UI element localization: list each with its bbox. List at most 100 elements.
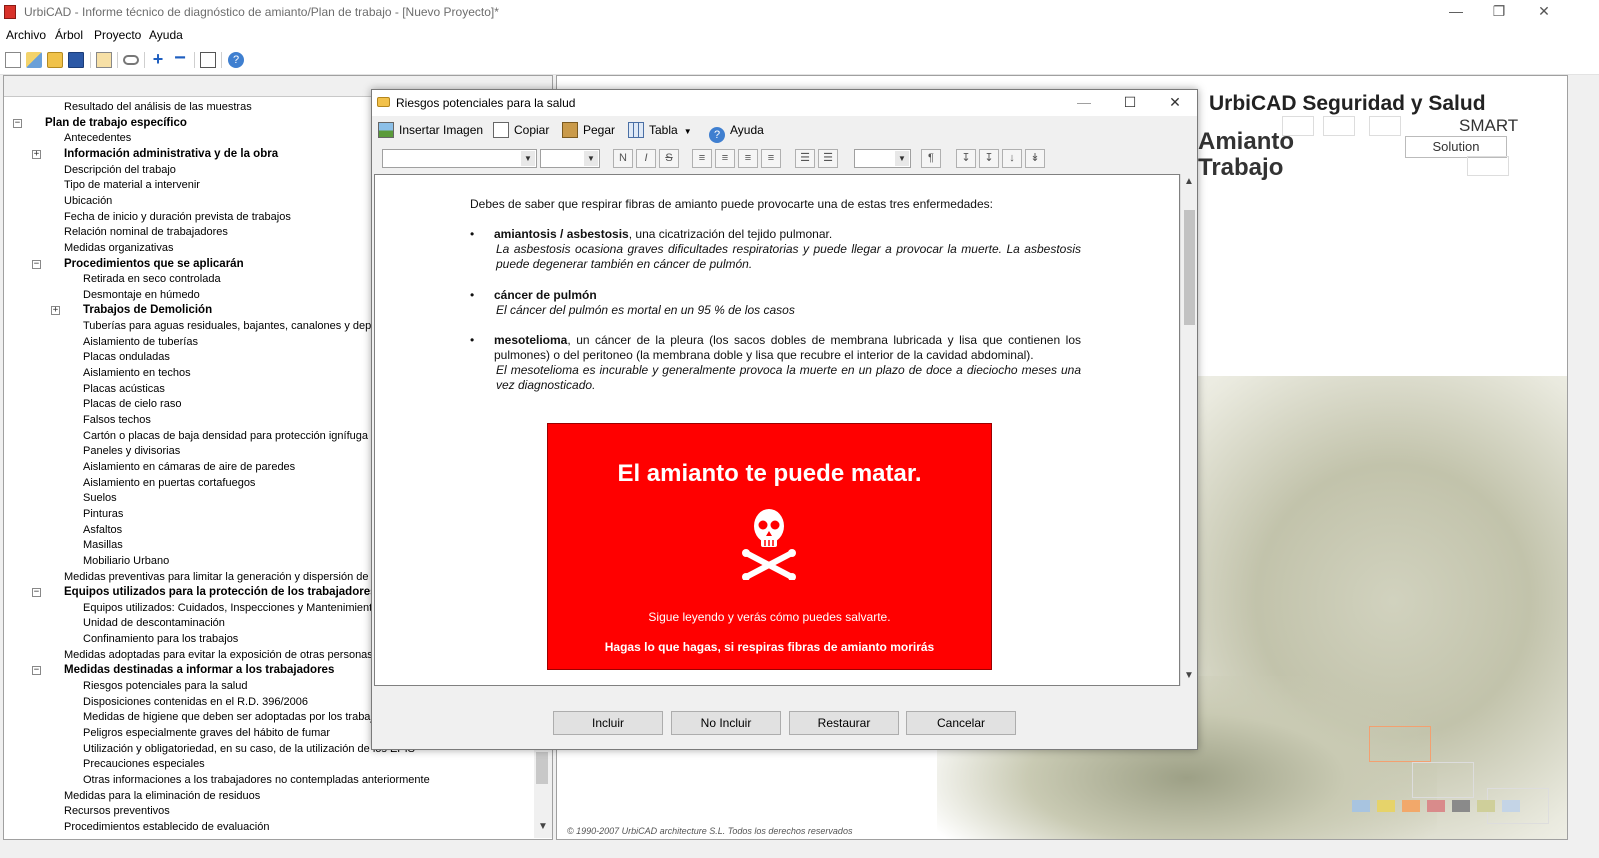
include-button[interactable]: Incluir — [553, 711, 663, 735]
tree-item[interactable]: Riesgos potenciales para la salud — [83, 679, 248, 694]
tree-item[interactable]: Peligros especialmente graves del hábito… — [83, 726, 330, 741]
tree-item[interactable]: Tipo de material a intervenir — [64, 178, 200, 193]
menu-ayuda[interactable]: Ayuda — [149, 28, 183, 42]
tree-item[interactable]: Falsos techos — [83, 413, 151, 428]
tree-item[interactable]: Masillas — [83, 538, 123, 553]
menu-archivo[interactable]: Archivo — [6, 28, 46, 42]
minimize-button[interactable]: — — [1433, 0, 1479, 24]
open-folder-icon[interactable] — [47, 52, 63, 68]
move-bottom-icon[interactable]: ↡ — [1025, 149, 1045, 168]
insert-image-button[interactable]: Insertar Imagen — [378, 120, 483, 140]
tree-item[interactable]: Unidad de descontaminación — [83, 616, 225, 631]
maximize-button[interactable]: ❐ — [1476, 0, 1522, 24]
align-justify-icon[interactable]: ≡ — [761, 149, 781, 168]
tree-item[interactable]: Procedimientos que se aplicarán — [64, 257, 244, 272]
tree-item[interactable]: Otras informaciones a los trabajadores n… — [83, 773, 430, 788]
tree-item[interactable]: Medidas organizativas — [64, 241, 173, 256]
help-button[interactable]: ? Ayuda — [709, 120, 764, 143]
bulleted-list-icon[interactable]: ☰ — [795, 149, 815, 168]
tree-item[interactable]: Medidas de higiene que deben ser adoptad… — [83, 710, 407, 725]
scroll-down-icon[interactable]: ▼ — [1184, 670, 1194, 681]
align-center-icon[interactable]: ≡ — [715, 149, 735, 168]
menu-arbol[interactable]: Árbol — [55, 28, 83, 42]
tree-item[interactable]: Medidas para la eliminación de residuos — [64, 789, 260, 804]
help-icon[interactable]: ? — [228, 52, 244, 68]
collapse-icon[interactable]: − — [32, 259, 41, 269]
color-select[interactable]: ▼ — [854, 149, 911, 168]
tree-item[interactable]: Placas onduladas — [83, 350, 170, 365]
tree-item[interactable]: Aislamiento en cámaras de aire de parede… — [83, 460, 295, 475]
restore-button[interactable]: Restaurar — [789, 711, 899, 735]
tree-item[interactable]: Tuberías para aguas residuales, bajantes… — [83, 319, 400, 334]
dialog-close-button[interactable]: ✕ — [1152, 90, 1198, 116]
add-icon[interactable]: + — [150, 50, 166, 68]
font-size-select[interactable]: ▼ — [540, 149, 600, 168]
font-family-select[interactable]: ▼ — [382, 149, 537, 168]
tree-item[interactable]: Retirada en seco controlada — [83, 272, 221, 287]
tree-item[interactable]: Paneles y divisorias — [83, 444, 180, 459]
collapse-icon[interactable]: − — [32, 666, 41, 676]
link-icon[interactable] — [123, 55, 139, 65]
tree-item[interactable]: Plan de trabajo específico — [45, 116, 187, 131]
tree-item[interactable]: Antecedentes — [64, 131, 131, 146]
new-file-icon[interactable] — [5, 52, 21, 68]
tree-item[interactable]: Disposiciones contenidas en el R.D. 396/… — [83, 695, 308, 710]
expand-icon[interactable]: + — [51, 306, 60, 316]
scroll-up-icon[interactable]: ▲ — [1184, 176, 1194, 187]
tree-item[interactable]: Precauciones especiales — [83, 757, 205, 772]
tree-item[interactable]: Confinamiento para los trabajos — [83, 632, 238, 647]
paragraph-button[interactable]: ¶ — [921, 149, 941, 168]
tree-item[interactable]: Procedimientos establecido de evaluación — [64, 820, 269, 835]
tree-item[interactable]: Información administrativa y de la obra — [64, 147, 278, 162]
tree-item[interactable]: Utilización y obligatoriedad, en su caso… — [83, 742, 415, 757]
menu-proyecto[interactable]: Proyecto — [94, 28, 141, 42]
tree-item[interactable]: Aislamiento en puertas cortafuegos — [83, 476, 255, 491]
rich-text-editor[interactable]: Debes de saber que respirar fibras de am… — [374, 174, 1180, 686]
copy-button[interactable]: Copiar — [493, 120, 549, 140]
tree-item[interactable]: Trabajos de Demolición — [83, 303, 212, 318]
move-down-icon[interactable]: ↓ — [1002, 149, 1022, 168]
tree-item[interactable]: Resultado del análisis de las muestras — [64, 100, 252, 115]
tree-item[interactable]: Medidas preventivas para limitar la gene… — [64, 570, 398, 585]
tree-item[interactable]: Medidas adoptadas para evitar la exposic… — [64, 648, 373, 663]
tree-item[interactable]: Pinturas — [83, 507, 123, 522]
indent-icon[interactable]: ↧ — [956, 149, 976, 168]
tree-item[interactable]: Aislamiento en techos — [83, 366, 191, 381]
tree-item[interactable]: Equipos utilizados: Cuidados, Inspeccion… — [83, 601, 384, 616]
remove-icon[interactable]: − — [172, 48, 188, 68]
tree-item[interactable]: Suelos — [83, 491, 117, 506]
tree-item[interactable]: Equipos utilizados para la protección de… — [64, 585, 377, 600]
strike-button[interactable]: S — [659, 149, 679, 168]
dialog-minimize-button[interactable]: — — [1061, 90, 1107, 116]
numbered-list-icon[interactable]: ☰ — [818, 149, 838, 168]
dialog-maximize-button[interactable]: ☐ — [1107, 90, 1153, 116]
tree-item[interactable]: Cartón o placas de baja densidad para pr… — [83, 429, 368, 444]
copy-icon[interactable] — [96, 52, 112, 68]
tree-item[interactable]: Mobiliario Urbano — [83, 554, 169, 569]
tree-item[interactable]: Recursos preventivos — [64, 804, 170, 819]
tree-item[interactable]: Placas de cielo raso — [83, 397, 181, 412]
tree-item[interactable]: Placas acústicas — [83, 382, 165, 397]
tree-item[interactable]: Descripción del trabajo — [64, 163, 176, 178]
expand-icon[interactable]: + — [32, 149, 41, 159]
collapse-icon[interactable]: − — [13, 118, 22, 128]
outdent-icon[interactable]: ↧ — [979, 149, 999, 168]
collapse-icon[interactable]: − — [32, 588, 41, 598]
save-icon[interactable] — [68, 52, 84, 68]
align-right-icon[interactable]: ≡ — [738, 149, 758, 168]
tree-item[interactable]: Ubicación — [64, 194, 112, 209]
tree-item[interactable]: Relación nominal de trabajadores — [64, 225, 228, 240]
edit-icon[interactable] — [200, 52, 216, 68]
exclude-button[interactable]: No Incluir — [671, 711, 781, 735]
table-button[interactable]: Tabla ▼ — [628, 120, 692, 140]
tree-item[interactable]: Fecha de inicio y duración prevista de t… — [64, 210, 291, 225]
editor-scroll-thumb[interactable] — [1184, 210, 1195, 325]
tree-item[interactable]: Asfaltos — [83, 523, 122, 538]
tree-item[interactable]: Aislamiento de tuberías — [83, 335, 198, 350]
editor-scrollbar[interactable]: ▲ ▼ — [1180, 174, 1197, 686]
tree-item[interactable]: Desmontaje en húmedo — [83, 288, 200, 303]
align-left-icon[interactable]: ≡ — [692, 149, 712, 168]
tree-item[interactable]: Medidas destinadas a informar a los trab… — [64, 663, 334, 678]
open-wizard-icon[interactable] — [26, 52, 42, 68]
tree-scroll-thumb[interactable] — [536, 752, 548, 784]
